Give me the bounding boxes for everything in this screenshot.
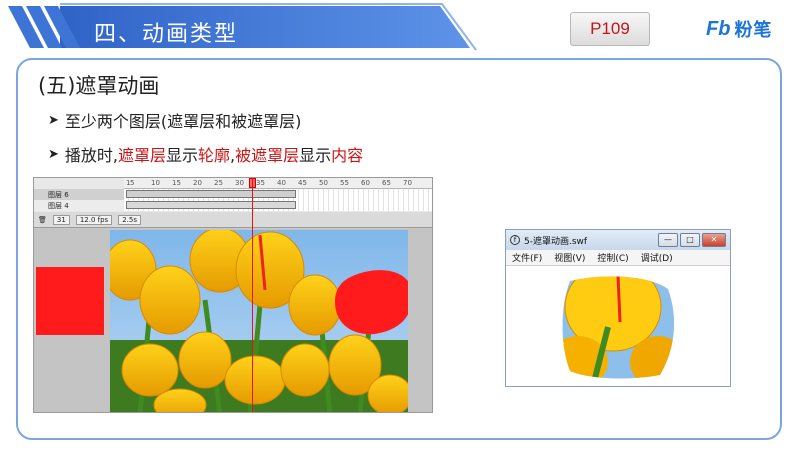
mask-shape — [335, 270, 408, 335]
close-button[interactable]: ✕ — [702, 233, 726, 247]
frame-rate: 12.0 fps — [75, 214, 113, 225]
timeline-panel: 1 5 10 15 20 25 30 35 40 45 50 55 60 65 70 图层 6 图层 4 🗑… — [34, 178, 432, 228]
swf-masked-output — [508, 267, 728, 386]
ruler-tick: 50 — [319, 179, 328, 187]
bullet-item: ➤ 至少两个图层(遮罩层和被遮罩层) — [48, 108, 301, 132]
swf-titlebar[interactable]: f 5-遮罩动画.swf — □ ✕ — [506, 230, 730, 250]
layer-name: 图层 4 — [48, 201, 69, 210]
ruler-tick: 30 — [235, 179, 244, 187]
flash-editor: 1 5 10 15 20 25 30 35 40 45 50 55 60 65 70 图层 6 图层 4 🗑… — [33, 177, 433, 413]
bullet-item: ➤ 播放时,遮罩层显示轮廓,被遮罩层显示内容 — [48, 142, 363, 166]
swf-window-title: 5-遮罩动画.swf — [524, 236, 588, 247]
ruler-tick: 70 — [403, 179, 412, 187]
ruler-tick: 35 — [256, 179, 265, 187]
section-title: (五)遮罩动画 — [38, 74, 160, 98]
menu-item-debug[interactable]: 调试(D) — [641, 251, 673, 264]
ruler-tick: 15 — [172, 179, 181, 187]
bullet-arrow-icon: ➤ — [48, 146, 59, 162]
flash-player-icon: f — [510, 235, 520, 245]
menu-item-view[interactable]: 视图(V) — [554, 251, 585, 264]
minimize-button[interactable]: — — [658, 233, 678, 247]
timeline-status: 🗑 31 12.0 fps 2.5s — [34, 212, 432, 227]
ruler-tick: 65 — [382, 179, 391, 187]
logo-icon: Fb — [706, 17, 731, 40]
highlight-mask-layer: 遮罩层 — [118, 146, 167, 165]
bullet-arrow-icon: ➤ — [48, 112, 59, 128]
menu-item-file[interactable]: 文件(F) — [512, 251, 542, 264]
ruler-tick: 20 — [193, 179, 202, 187]
brand-logo: Fb 粉笔 — [706, 16, 772, 42]
maximize-button[interactable]: □ — [680, 233, 700, 247]
text-segment: 显示 — [166, 146, 199, 165]
frame-span — [126, 190, 296, 198]
mask-rectangle — [36, 267, 104, 335]
swf-menubar: 文件(F) 视图(V) 控制(C) 调试(D) — [506, 250, 730, 266]
text-segment: 播放时, — [64, 146, 118, 165]
page-title: 四、动画类型 — [94, 22, 239, 47]
header-banner — [8, 3, 477, 51]
ruler-tick: 25 — [214, 179, 223, 187]
tulip-photo — [110, 230, 408, 412]
playhead-line — [252, 178, 253, 412]
current-frame: 31 — [52, 214, 70, 225]
layer-name: 图层 6 — [48, 190, 69, 199]
swf-window: f 5-遮罩动画.swf — □ ✕ 文件(F) 视图(V) 控制(C) 调试(… — [505, 229, 731, 387]
frame-span — [126, 201, 296, 209]
elapsed-time: 2.5s — [118, 214, 141, 225]
stage-area — [34, 229, 432, 412]
ruler-tick: 45 — [298, 179, 307, 187]
ruler-tick: 60 — [361, 179, 370, 187]
menu-item-control[interactable]: 控制(C) — [597, 251, 628, 264]
highlight-masked-layer: 被遮罩层 — [235, 146, 300, 165]
page-number-badge: P109 — [570, 12, 650, 46]
text-segment: 显示 — [299, 146, 332, 165]
window-controls: — □ ✕ — [658, 233, 726, 247]
ruler-tick: 40 — [277, 179, 286, 187]
timeline-ruler: 1 5 10 15 20 25 30 35 40 45 50 55 60 65 70 — [124, 178, 432, 189]
ruler-tick: 5 — [130, 179, 135, 187]
ruler-tick: 55 — [340, 179, 349, 187]
bullet-text: 播放时,遮罩层显示轮廓,被遮罩层显示内容 — [65, 142, 363, 166]
trash-icon[interactable]: 🗑 — [38, 216, 47, 224]
ruler-tick: 10 — [151, 179, 160, 187]
highlight-content: 内容 — [331, 146, 364, 165]
highlight-outline: 轮廓 — [198, 146, 231, 165]
logo-text: 粉笔 — [734, 20, 773, 41]
bullet-text: 至少两个图层(遮罩层和被遮罩层) — [64, 112, 302, 131]
